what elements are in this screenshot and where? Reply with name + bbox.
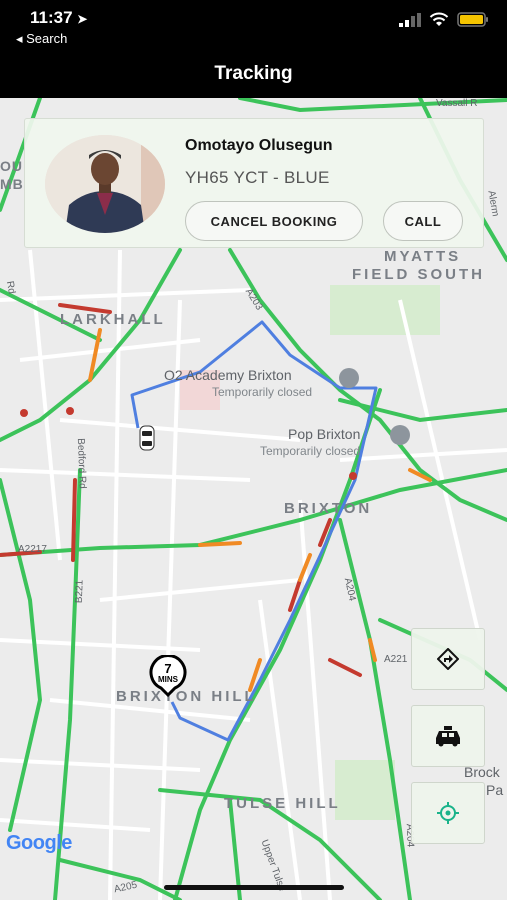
vehicle-plate-color: YH65 YCT - BLUE	[185, 168, 330, 187]
eta-minutes-value: 7	[164, 661, 172, 676]
area-label-field-south: FIELD SOUTH	[352, 266, 485, 283]
road-label-bedford-rd: Bedford Rd	[74, 438, 88, 489]
poi-pop-brixton-name[interactable]: Pop Brixton	[288, 426, 360, 442]
home-indicator[interactable]	[164, 885, 344, 890]
status-icons	[399, 12, 489, 27]
show-taxi-button[interactable]	[411, 705, 485, 767]
status-bar: 11:37 ➤ ◂ Search	[0, 0, 507, 52]
area-label-larkhall: LARKHALL	[60, 311, 166, 328]
poi-pop-brixton-status: Temporarily closed	[260, 444, 361, 458]
locate-me-button[interactable]	[411, 782, 485, 844]
poi-o2-academy-status: Temporarily closed	[212, 385, 313, 399]
google-logo: Google	[6, 832, 72, 855]
area-label-mb: MB	[0, 176, 24, 192]
area-label-tulse-hill: TULSE HILL	[224, 795, 341, 812]
location-arrow-icon: ➤	[77, 12, 88, 26]
wifi-icon	[429, 12, 449, 26]
road-label-rd: Rd	[3, 280, 17, 295]
cancel-booking-button[interactable]: CANCEL BOOKING	[185, 201, 363, 241]
road-label-a2217: A2217	[18, 544, 47, 555]
area-label-ou: OU	[0, 158, 23, 174]
road-label-b221: B221	[73, 579, 86, 604]
driver-card: Omotayo Olusegun YH65 YCT - BLUE CANCEL …	[24, 118, 484, 248]
driver-photo	[45, 135, 165, 233]
cellular-signal-icon	[399, 12, 421, 27]
call-driver-button[interactable]: CALL	[383, 201, 463, 241]
crosshair-icon	[437, 802, 459, 824]
road-label-vassall: Vassall R	[436, 98, 478, 109]
nav-bar: Tracking	[0, 52, 507, 98]
taxi-icon	[436, 726, 460, 747]
eta-marker: 7 MINS	[143, 655, 193, 697]
directions-icon	[437, 648, 459, 670]
back-to-search-link[interactable]: ◂ Search	[16, 31, 67, 47]
status-time-text: 11:37	[30, 8, 73, 27]
page-title: Tracking	[214, 63, 293, 84]
area-label-brixton: BRIXTON	[284, 500, 373, 517]
poi-o2-academy-name[interactable]: O2 Academy Brixton	[164, 367, 292, 383]
driver-avatar	[45, 135, 165, 233]
status-time: 11:37 ➤	[30, 8, 87, 28]
road-label-a221: A221	[384, 654, 408, 665]
eta-minutes-unit: MINS	[158, 675, 178, 684]
area-label-pa: Pa	[486, 782, 504, 798]
area-label-myatts: MYATTS	[384, 248, 462, 265]
battery-icon	[457, 12, 488, 27]
driver-name: Omotayo Olusegun	[185, 137, 333, 154]
show-route-button[interactable]	[411, 628, 485, 690]
google-logo-text: Google	[6, 832, 72, 854]
